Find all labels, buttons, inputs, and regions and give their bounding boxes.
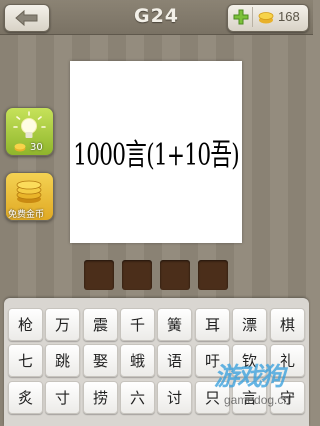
hint-button[interactable]: 30 <box>5 107 54 156</box>
char-key[interactable]: 簧 <box>157 308 192 341</box>
char-key[interactable]: 棋 <box>270 308 305 341</box>
coin-counter: 168 <box>227 4 309 32</box>
puzzle-card: 1000言(1+10吾) <box>70 61 242 243</box>
char-key[interactable]: 讨 <box>157 381 192 414</box>
coin-icon <box>258 12 274 24</box>
char-key[interactable]: 跳 <box>45 344 80 377</box>
char-key[interactable]: 炙 <box>8 381 43 414</box>
char-key[interactable]: 千 <box>120 308 155 341</box>
answer-slot[interactable] <box>122 260 152 290</box>
char-key[interactable]: 语 <box>157 344 192 377</box>
answer-slots <box>84 260 228 290</box>
plus-icon <box>233 9 249 25</box>
char-key[interactable]: 六 <box>120 381 155 414</box>
hint-cost: 30 <box>30 142 43 153</box>
char-key[interactable]: 蛾 <box>120 344 155 377</box>
answer-slot[interactable] <box>198 260 228 290</box>
coin-icon <box>14 143 26 152</box>
free-coins-label: 免费金币 <box>8 210 45 220</box>
coin-count: 168 <box>278 9 300 24</box>
answer-slot[interactable] <box>84 260 114 290</box>
char-key[interactable]: 震 <box>83 308 118 341</box>
char-key[interactable]: 耳 <box>195 308 230 341</box>
watermark: 游戏狗 gamedog.cn <box>214 357 310 423</box>
free-coins-button[interactable]: 免费金币 <box>5 172 54 221</box>
char-key[interactable]: 万 <box>45 308 80 341</box>
lightbulb-icon <box>13 111 46 138</box>
add-coins-button[interactable] <box>230 7 253 27</box>
coin-stack-icon <box>16 180 42 203</box>
char-key[interactable]: 捞 <box>83 381 118 414</box>
char-key[interactable]: 漂 <box>232 308 267 341</box>
watermark-url: gamedog.cn <box>224 393 291 407</box>
top-bar: G24 168 <box>0 0 313 35</box>
answer-slot[interactable] <box>160 260 190 290</box>
char-key[interactable]: 娶 <box>83 344 118 377</box>
char-key[interactable]: 枪 <box>8 308 43 341</box>
char-key[interactable]: 寸 <box>45 381 80 414</box>
puzzle-clue: 1000言(1+10吾) <box>73 138 239 173</box>
char-key[interactable]: 七 <box>8 344 43 377</box>
watermark-logo: 游戏狗 <box>214 362 285 391</box>
